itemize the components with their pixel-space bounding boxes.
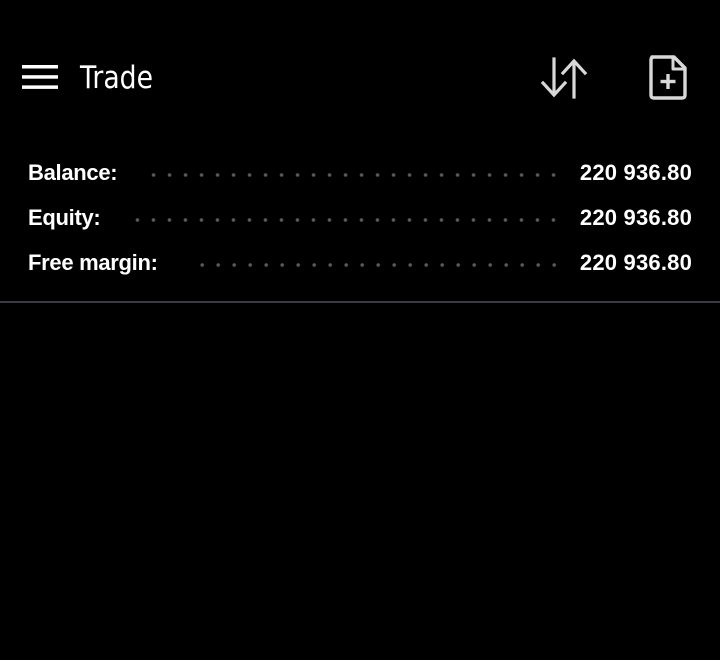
balance-value: 220 936.80 (579, 159, 692, 185)
page-title: Trade (80, 60, 153, 96)
account-summary: Balance: 220 936.80 Equity: 220 936.80 F… (0, 150, 720, 285)
trade-screen: Trade Balance: 220 936.80 Equity: 220 93… (0, 0, 720, 660)
free-margin-row: Free margin: 220 936.80 (0, 240, 720, 285)
dot-leader (134, 217, 562, 222)
top-app-bar: Trade (0, 0, 720, 130)
free-margin-value: 220 936.80 (579, 249, 692, 275)
positions-list-empty (0, 303, 720, 660)
sort-button[interactable] (536, 52, 592, 104)
sort-arrows-icon (540, 57, 588, 99)
menu-button[interactable] (14, 54, 66, 100)
equity-value: 220 936.80 (579, 204, 692, 230)
new-order-button[interactable] (642, 50, 694, 104)
balance-label: Balance: (28, 159, 118, 185)
free-margin-label: Free margin: (28, 249, 158, 275)
dot-leader (191, 262, 562, 267)
equity-label: Equity: (28, 204, 101, 230)
balance-row: Balance: 220 936.80 (0, 150, 720, 195)
dot-leader (151, 172, 562, 177)
equity-row: Equity: 220 936.80 (0, 195, 720, 240)
new-document-plus-icon (649, 55, 687, 100)
hamburger-menu-icon (22, 65, 58, 89)
